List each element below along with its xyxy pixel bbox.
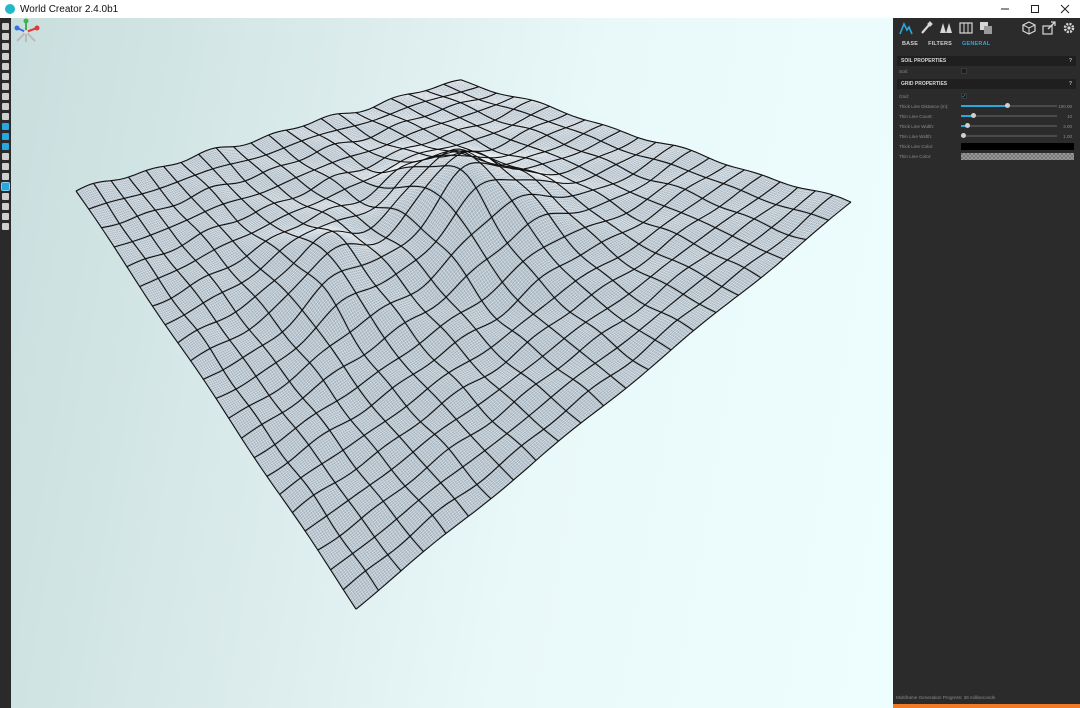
soil-row: Soil:	[893, 66, 1080, 76]
soil-properties-header[interactable]: SOIL PROPERTIES ?	[897, 56, 1076, 66]
open-recent-icon[interactable]	[2, 42, 9, 50]
thin-line-count-label: Thin Line Count:	[899, 113, 933, 119]
panel-actions	[1016, 21, 1076, 35]
vegetation-icon[interactable]	[2, 142, 9, 150]
sphere-icon[interactable]	[2, 202, 9, 210]
photo-icon[interactable]	[2, 192, 9, 200]
save-as-icon[interactable]	[2, 62, 9, 70]
tab-general[interactable]: GENERAL	[962, 41, 990, 47]
layers-icon[interactable]	[2, 92, 9, 100]
thin-line-width-label: Thin Line Width:	[899, 133, 933, 139]
grid-label: Grid:	[899, 93, 909, 99]
globe-icon[interactable]	[2, 102, 9, 110]
save-icon[interactable]	[2, 52, 9, 60]
thick-line-color-swatch[interactable]	[961, 142, 1074, 150]
settings-icon[interactable]	[2, 72, 9, 80]
soil-properties-title: SOIL PROPERTIES	[901, 58, 947, 64]
left-toolbar	[0, 18, 11, 708]
thin-line-count-slider[interactable]	[961, 113, 1057, 118]
water-icon[interactable]	[2, 132, 9, 140]
terrain-icon[interactable]	[2, 112, 9, 120]
minimize-icon	[1001, 8, 1009, 10]
thin-line-width-row: Thin Line Width: 1.00	[893, 131, 1080, 141]
checkmark-icon: ✓	[961, 93, 967, 100]
thin-line-count-row: Thin Line Count: 10	[893, 111, 1080, 121]
map-icon[interactable]	[2, 82, 9, 90]
slider-handle[interactable]	[970, 113, 976, 118]
new-file-icon[interactable]	[2, 22, 9, 30]
slider-fill	[961, 105, 1008, 107]
orientation-gizmo-icon[interactable]	[11, 18, 41, 46]
thick-line-distance-label: Thick Line Distance (m):	[899, 103, 949, 109]
brush-icon[interactable]	[2, 122, 9, 130]
close-icon	[1060, 4, 1070, 14]
tab-filters[interactable]: FILTERS	[928, 41, 952, 47]
grid-checkbox[interactable]: ✓	[961, 93, 967, 100]
thick-line-width-label: Thick Line Width:	[899, 123, 935, 129]
export-icon[interactable]	[1042, 21, 1056, 35]
terrain-grid-mesh	[75, 79, 852, 610]
generation-status: Multiframe Generation Progress: 36 milli…	[896, 694, 996, 700]
thin-line-width-value[interactable]: 1.00	[1063, 134, 1072, 139]
terrain-tool-icon[interactable]	[899, 21, 913, 35]
app-logo-icon	[5, 4, 15, 14]
thick-line-width-slider[interactable]	[961, 123, 1057, 128]
thick-line-distance-slider[interactable]	[961, 103, 1057, 108]
help-icon[interactable]: ?	[1069, 58, 1072, 64]
panel-toolbar	[893, 18, 1080, 38]
thick-line-width-row: Thick Line Width: 3.00	[893, 121, 1080, 131]
grid-row: Grid: ✓	[893, 91, 1080, 101]
maximize-button[interactable]	[1020, 0, 1050, 18]
thin-line-color-row: Thin Line Color:	[893, 151, 1080, 161]
map-tool-icon[interactable]	[959, 21, 973, 35]
thick-line-distance-value[interactable]: 100.00	[1058, 104, 1072, 109]
minimize-button[interactable]	[990, 0, 1020, 18]
progress-fill	[893, 704, 1080, 708]
title-bar: World Creator 2.4.0b1	[0, 0, 1080, 18]
window-title: World Creator 2.4.0b1	[20, 3, 119, 15]
tools-icon[interactable]	[2, 172, 9, 180]
grid-icon[interactable]	[1, 181, 10, 191]
thin-line-color-label: Thin Line Color:	[899, 153, 932, 159]
maximize-icon	[1031, 5, 1039, 13]
panel-tabs: BASE FILTERS GENERAL	[893, 38, 1080, 50]
grid-properties-header[interactable]: GRID PROPERTIES ?	[897, 79, 1076, 89]
soil-label: Soil:	[899, 68, 908, 74]
thick-line-color-row: Thick Line Color:	[893, 141, 1080, 151]
trees-tool-icon[interactable]	[939, 21, 953, 35]
thick-line-distance-row: Thick Line Distance (m): 100.00	[893, 101, 1080, 111]
slider-handle[interactable]	[964, 123, 970, 128]
tab-base[interactable]: BASE	[902, 41, 918, 47]
image-icon[interactable]	[2, 162, 9, 170]
wand-icon[interactable]	[2, 222, 9, 230]
window-controls	[990, 0, 1080, 18]
grid-properties-title: GRID PROPERTIES	[901, 81, 948, 87]
generation-progress-bar	[893, 704, 1080, 708]
soil-checkbox[interactable]	[961, 68, 967, 74]
thin-line-count-value[interactable]: 10	[1067, 114, 1072, 119]
path-icon[interactable]	[2, 152, 9, 160]
close-button[interactable]	[1050, 0, 1080, 18]
slider-handle[interactable]	[1005, 103, 1011, 108]
brush-tool-icon[interactable]	[919, 21, 933, 35]
terrain-viewport[interactable]	[11, 18, 893, 708]
thin-line-width-slider[interactable]	[960, 133, 1057, 138]
gear-icon[interactable]	[1062, 21, 1076, 35]
thick-line-width-value[interactable]: 3.00	[1063, 124, 1072, 129]
layers-tool-icon[interactable]	[979, 21, 993, 35]
properties-panel: BASE FILTERS GENERAL SOIL PROPERTIES ? S…	[893, 18, 1080, 708]
star-icon[interactable]	[2, 212, 9, 220]
thin-line-color-swatch[interactable]	[961, 152, 1074, 160]
cube-icon[interactable]	[1022, 21, 1036, 35]
open-folder-icon[interactable]	[2, 32, 9, 40]
thick-line-color-label: Thick Line Color:	[899, 143, 934, 149]
slider-handle[interactable]	[960, 133, 966, 138]
help-icon[interactable]: ?	[1069, 81, 1072, 87]
